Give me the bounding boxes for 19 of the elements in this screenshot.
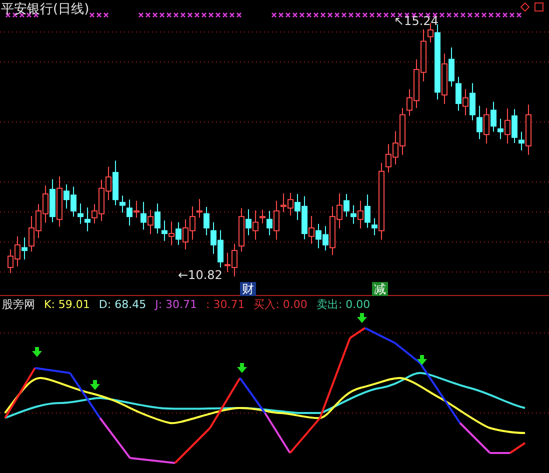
- indicator-name: 股旁网: [2, 296, 35, 312]
- indicator-value: J: 30.71: [155, 298, 198, 311]
- diamond-icon[interactable]: [520, 2, 530, 12]
- indicator-value: : 30.71: [206, 298, 245, 311]
- indicator-value: 卖出: 0.00: [316, 296, 370, 312]
- event-tag[interactable]: 财: [240, 282, 256, 296]
- down-arrow-icon: [237, 362, 247, 373]
- chart-title: 平安银行(日线): [1, 1, 90, 18]
- down-arrow-icon: [357, 312, 367, 323]
- indicator-value: K: 59.01: [44, 298, 90, 311]
- down-arrow-icon: [417, 354, 427, 365]
- down-arrow-icon: [90, 380, 100, 390]
- square-icon[interactable]: [534, 2, 544, 12]
- down-arrow-icon: [32, 346, 42, 357]
- indicator-value: 买入: 0.00: [254, 296, 308, 312]
- event-tag[interactable]: 减: [372, 282, 388, 296]
- price-label: ←10.82: [178, 268, 222, 282]
- indicator-value: D: 68.45: [98, 298, 146, 311]
- price-label: ↖15.24: [394, 14, 438, 28]
